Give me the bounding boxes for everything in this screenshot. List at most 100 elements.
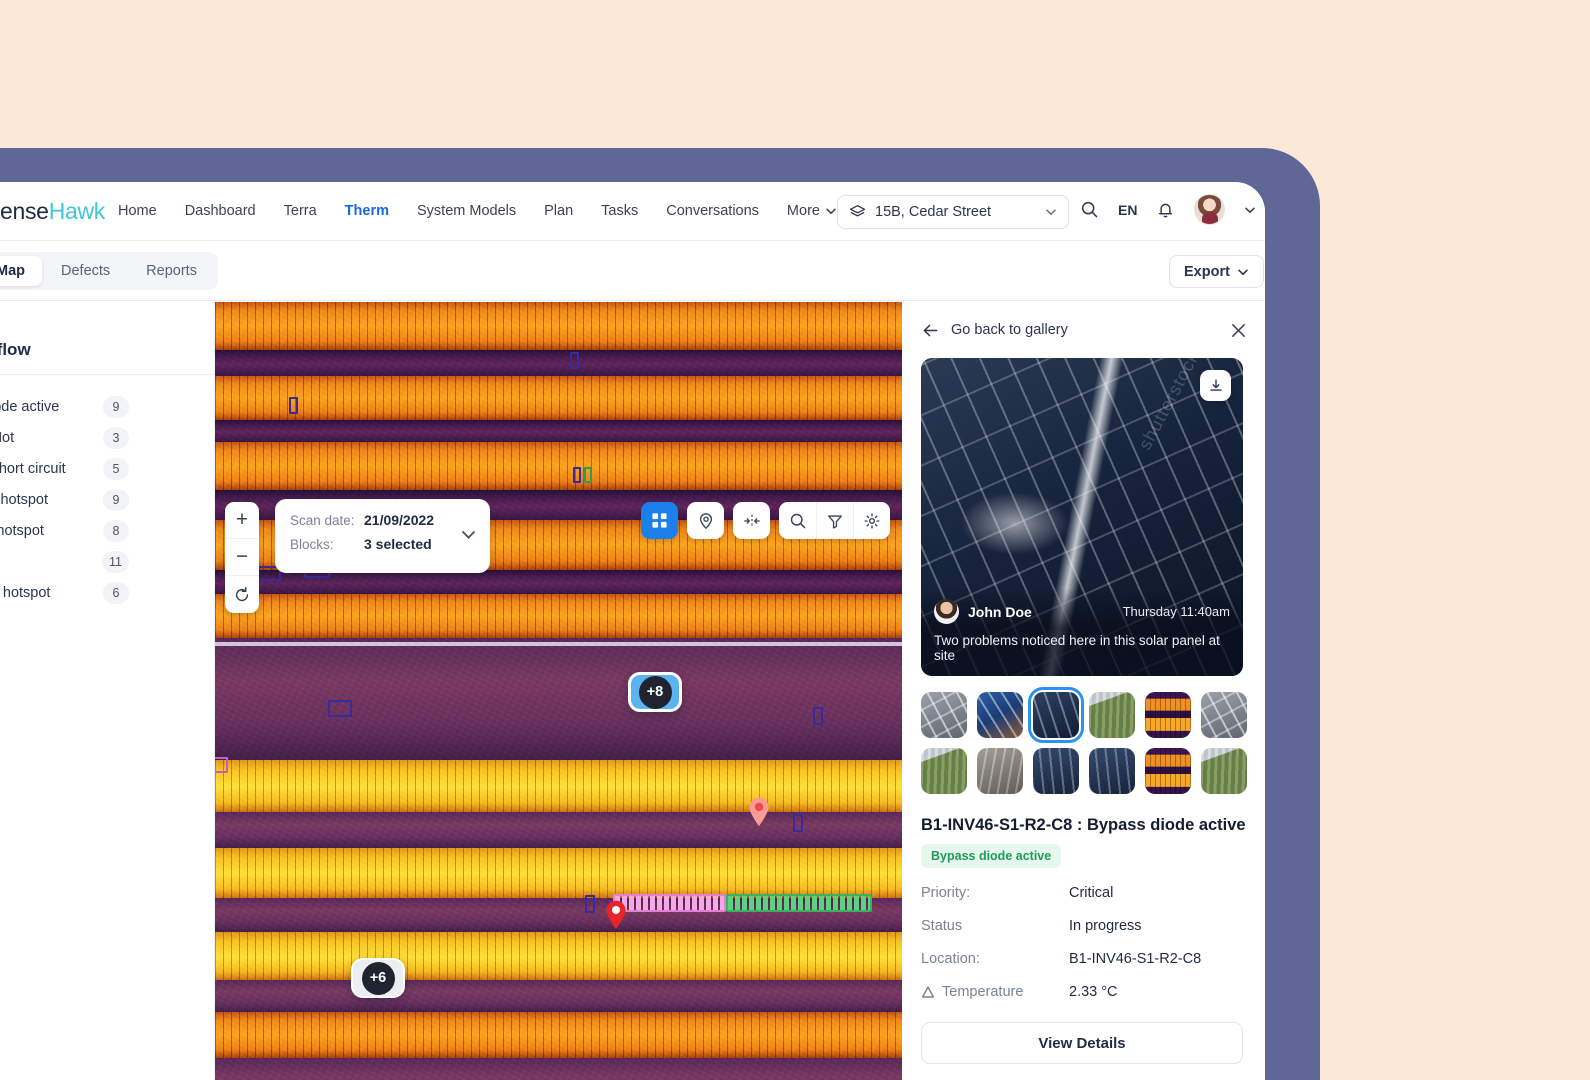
nav-link-system-models[interactable]: System Models	[417, 203, 516, 219]
map-filter-button[interactable]	[816, 502, 853, 539]
thumbnail-item[interactable]	[977, 748, 1023, 794]
thumbnail-item[interactable]	[1145, 748, 1191, 794]
hero-footer: John Doe Thursday 11:40am Two problems n…	[921, 588, 1243, 676]
sub-header: rm Map Defects Reports Export	[0, 241, 1265, 301]
nav-link-plan[interactable]: Plan	[544, 203, 573, 219]
thumbnail-item[interactable]	[921, 692, 967, 738]
sidebar-item-module-hot[interactable]: Module Hot 3	[0, 422, 214, 453]
defect-title: B1-INV46-S1-R2-C8 : Bypass diode active	[921, 816, 1246, 834]
map-defect-marker[interactable]	[570, 352, 579, 369]
view-details-button[interactable]: View Details	[921, 1022, 1243, 1064]
app-logo[interactable]: enseHawk	[0, 198, 105, 225]
sidebar-item-module-short-circuit[interactable]: Module short circuit 5	[0, 453, 214, 484]
search-icon[interactable]	[1080, 200, 1099, 219]
map-defect-marker[interactable]	[573, 467, 581, 483]
chevron-down-icon[interactable]	[1244, 204, 1256, 216]
settings-gear-icon	[864, 512, 880, 529]
map-defect-strip[interactable]	[613, 894, 726, 912]
map-location-pin[interactable]	[605, 900, 627, 930]
nav-link-more[interactable]: More	[787, 203, 837, 219]
grid-view-button[interactable]	[641, 502, 678, 539]
nav-link-dashboard[interactable]: Dashboard	[185, 203, 256, 219]
detail-field-value: Critical	[1069, 885, 1114, 901]
bell-icon[interactable]	[1156, 200, 1175, 219]
scan-date-panel[interactable]: Scan date: 21/09/2022 Blocks: 3 selected	[275, 499, 490, 573]
detail-field-value: In progress	[1069, 918, 1142, 934]
map-defect-marker[interactable]	[813, 707, 823, 725]
defect-hero-image[interactable]: shutterstock John Doe Thursday 11:40am T…	[921, 358, 1243, 676]
map-defect-marker[interactable]	[328, 700, 352, 717]
reset-view-button[interactable]	[225, 576, 259, 613]
map-defect-marker[interactable]	[289, 397, 298, 414]
map-settings-button[interactable]	[853, 502, 890, 539]
thumbnail-item[interactable]	[921, 748, 967, 794]
download-image-button[interactable]	[1200, 370, 1231, 401]
filter-icon	[828, 514, 842, 529]
map-location-pin[interactable]	[748, 797, 770, 827]
map-defect-marker[interactable]	[215, 757, 228, 773]
sidebar-item-multicell-hotspot[interactable]: Multicell hotspot 8	[0, 515, 214, 546]
detail-field-label: Status	[921, 918, 963, 934]
thumbnail-item[interactable]	[1089, 748, 1135, 794]
nav-link-home[interactable]: Home	[118, 203, 157, 219]
map-cluster-badge[interactable]: +6	[351, 958, 405, 998]
detail-field-label: Location:	[921, 951, 980, 967]
map-cluster-count: +8	[638, 675, 672, 709]
nav-links: Home Dashboard Terra Therm System Models…	[118, 203, 837, 219]
detail-field-location: Location: B1-INV46-S1-R2-C8	[921, 951, 1247, 967]
search-icon	[790, 513, 805, 528]
map-defect-marker[interactable]	[584, 467, 592, 483]
thumbnail-item-selected[interactable]	[1028, 687, 1084, 743]
defect-detail-panel: Go back to gallery shutterstock John Doe…	[903, 302, 1265, 1080]
go-back-to-gallery-button[interactable]: Go back to gallery	[921, 321, 1068, 340]
sidebar-item-shadow[interactable]: hadow 11	[0, 546, 214, 577]
map-defect-marker[interactable]	[793, 814, 803, 832]
chevron-down-icon[interactable]	[461, 527, 476, 542]
tab-map[interactable]: Map	[0, 255, 42, 286]
zoom-in-button[interactable]: +	[225, 502, 259, 539]
nav-link-terra[interactable]: Terra	[284, 203, 317, 219]
close-icon[interactable]	[1230, 322, 1247, 339]
delta-icon	[921, 986, 935, 998]
sidebar-item-suspected-hotspot[interactable]: uspected hotspot 6	[0, 577, 214, 608]
avatar[interactable]	[1194, 194, 1226, 225]
thumbnail-item[interactable]	[1201, 748, 1247, 794]
sidebar-item-bypass-diode-active[interactable]: ypass diode active 9	[0, 391, 214, 422]
tab-defects[interactable]: Defects	[44, 256, 127, 286]
export-label: Export	[1184, 263, 1230, 280]
view-tabs: Map Defects Reports	[0, 251, 218, 290]
map-defect-strip[interactable]	[726, 894, 872, 912]
nav-link-therm[interactable]: Therm	[345, 203, 389, 219]
sidebar-item-single-cell-hotspot[interactable]: ingle cell hotspot 9	[0, 484, 214, 515]
scan-date-value: 21/09/2022	[364, 512, 435, 528]
site-selector[interactable]: 15B, Cedar Street	[837, 195, 1069, 229]
sidebar-subtitle: n ll	[0, 318, 214, 334]
reset-icon	[235, 586, 249, 601]
nav-link-conversations[interactable]: Conversations	[666, 203, 759, 219]
thumbnail-item[interactable]	[1145, 692, 1191, 738]
sidebar-item-label: uspected hotspot	[0, 584, 51, 601]
fit-to-screen-button[interactable]	[733, 502, 770, 539]
map-defect-marker[interactable]	[585, 895, 595, 913]
thumbnail-item[interactable]	[1033, 748, 1079, 794]
map-cluster-badge[interactable]: +8	[628, 672, 682, 712]
thumbnail-gallery	[921, 687, 1247, 794]
location-pin-button[interactable]	[687, 502, 724, 539]
panel-header: Go back to gallery	[921, 302, 1247, 358]
hero-timestamp: Thursday 11:40am	[1122, 604, 1230, 619]
thermal-map[interactable]: + − Scan date: 21/09/2022 Blocks: 3 sele…	[215, 302, 902, 1080]
map-search-button[interactable]	[779, 502, 816, 539]
screenshot-root: enseHawk Home Dashboard Terra Therm Syst…	[0, 0, 1590, 1080]
chevron-down-icon	[1238, 269, 1248, 275]
export-button[interactable]: Export	[1169, 255, 1264, 288]
tab-reports[interactable]: Reports	[129, 256, 214, 286]
zoom-out-button[interactable]: −	[225, 539, 259, 576]
sidebar-item-label: Module short circuit	[0, 460, 66, 477]
nav-link-tasks[interactable]: Tasks	[601, 203, 638, 219]
hero-description: Two problems noticed here in this solar …	[934, 633, 1220, 663]
thumbnail-item[interactable]	[977, 692, 1023, 738]
top-navbar: enseHawk Home Dashboard Terra Therm Syst…	[0, 182, 1265, 241]
thumbnail-item[interactable]	[1201, 692, 1247, 738]
language-selector[interactable]: EN	[1118, 202, 1137, 218]
thumbnail-item[interactable]	[1089, 692, 1135, 738]
